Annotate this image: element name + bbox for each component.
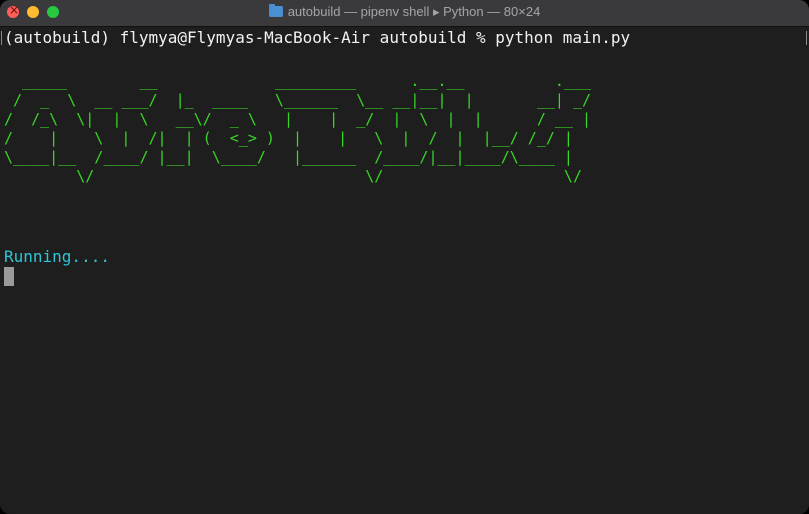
window-title-text: autobuild — pipenv shell ▸ Python — 80×2… bbox=[287, 4, 541, 19]
right-edge-marker bbox=[806, 31, 807, 45]
text-cursor bbox=[4, 267, 14, 286]
terminal-output[interactable]: (autobuild) flymya@Flymyas-MacBook-Air a… bbox=[0, 27, 809, 514]
command-prompt: (autobuild) flymya@Flymyas-MacBook-Air a… bbox=[4, 28, 631, 47]
left-edge-marker bbox=[1, 31, 2, 45]
folder-icon bbox=[268, 4, 283, 17]
terminal-window: autobuild — pipenv shell ▸ Python — 80×2… bbox=[0, 0, 809, 514]
window-title: autobuild — pipenv shell ▸ Python — 80×2… bbox=[0, 4, 809, 20]
status-text: Running.... bbox=[4, 247, 110, 266]
ascii-art-banner: _____ __ _________ .__.__ .___ / _ \ __ … bbox=[4, 72, 591, 185]
title-bar[interactable]: autobuild — pipenv shell ▸ Python — 80×2… bbox=[0, 0, 809, 27]
